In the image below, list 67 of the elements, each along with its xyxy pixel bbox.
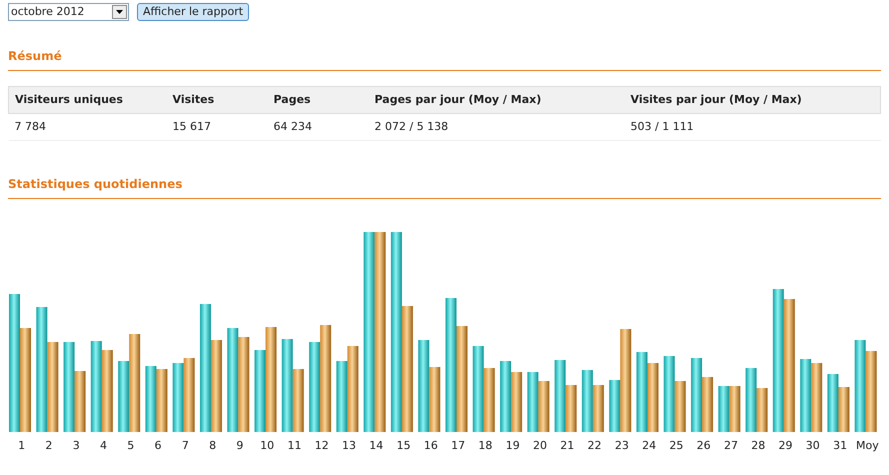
bar [429,367,440,432]
bar [647,363,658,432]
axis-label: 10 [260,439,274,452]
axis-label: 22 [588,439,602,452]
axis-label: 28 [751,439,766,452]
bar [827,374,838,432]
axis-label: 26 [696,439,711,452]
bar [838,387,850,432]
bar [156,369,168,432]
axis-label: 27 [724,439,738,452]
axis-label: 2 [45,439,52,452]
bar [145,366,156,432]
axis-label: 14 [369,439,384,452]
axis-label: 18 [478,439,492,452]
bar [592,385,604,432]
axis-label: 15 [396,439,411,452]
axis-label: 7 [182,439,189,452]
axis-label: 25 [669,439,684,452]
bar [811,363,822,432]
bar [702,377,714,432]
bar [718,386,730,432]
section-title: Statistiques quotidiennes [8,176,184,193]
axis-label: 13 [342,439,356,452]
axis-label: 19 [506,439,520,452]
bar [538,381,550,432]
axis-label: 1 [18,439,26,452]
table-cell: 503 / 1 111 [630,120,694,133]
table-cell: 64 234 [274,120,312,133]
bar [484,368,495,432]
month-select[interactable]: octobre 2012 [8,3,129,21]
axis-label: 3 [72,439,80,452]
bar [527,372,538,432]
axis-label: 9 [236,439,244,452]
axis-label: 16 [424,439,438,452]
bar [336,361,348,432]
column-header: Pages [274,92,311,106]
axis-label: Moy [856,439,879,452]
bar [582,370,593,432]
bar [172,363,184,432]
axis-label: 5 [127,439,134,452]
axis-label: 21 [560,439,574,452]
axis-label: 31 [833,439,848,452]
axis-label: 30 [806,439,820,452]
table-cell: 15 617 [172,120,211,133]
table-cell: 7 784 [14,120,46,133]
axis-label: 24 [642,439,656,452]
column-header: Pages par jour (Moy / Max) [374,92,542,106]
bar [511,372,522,432]
table-cell: 2 072 / 5 138 [374,120,448,133]
column-header: Visites [172,92,214,106]
axis-label: 29 [778,439,793,452]
column-header: Visites par jour (Moy / Max) [630,92,802,106]
report-button[interactable]: Afficher le rapport [137,3,250,21]
axis-label: 8 [209,439,216,452]
bar [729,386,740,432]
axis-label: 11 [287,439,302,452]
bar [500,361,512,432]
column-header: Visiteurs uniques [15,92,123,106]
axis-label: 4 [100,439,107,452]
axis-label: 20 [532,439,547,452]
select-value: octobre 2012 [10,4,86,20]
axis-label: 6 [154,439,162,452]
axis-label: 23 [614,439,629,452]
axis-label: 12 [314,439,329,452]
bar [118,361,130,432]
section-title: Résumé [8,48,63,65]
axis-label: 17 [451,439,466,452]
